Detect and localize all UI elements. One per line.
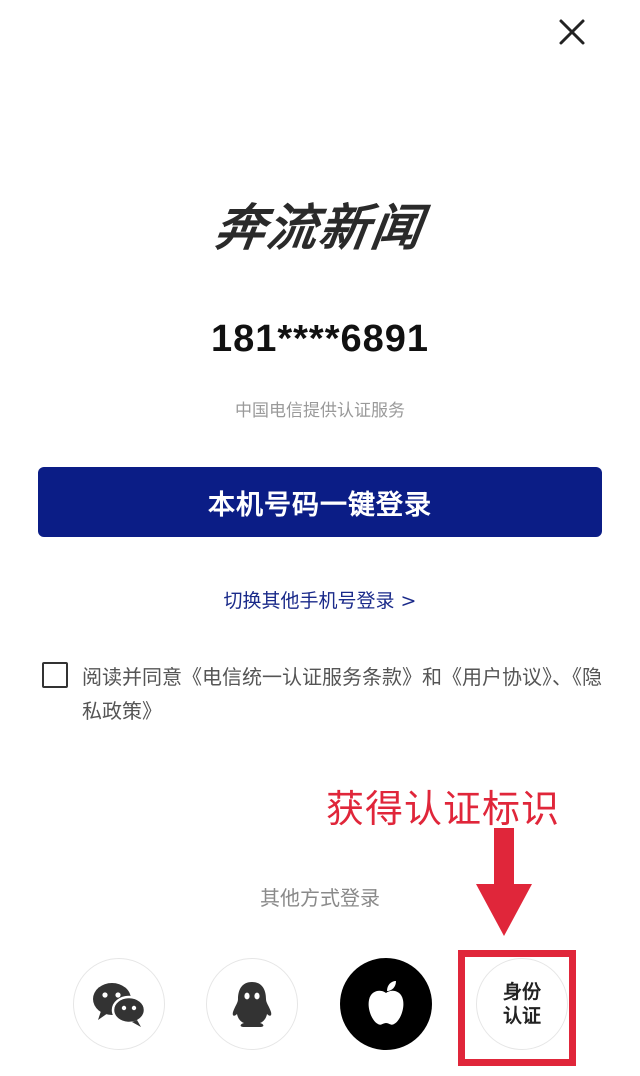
masked-phone-number: 181****6891: [210, 318, 430, 360]
agreement-text: 阅读并同意《电信统一认证服务条款》和《用户协议》、《隐私政策》: [82, 665, 602, 723]
id-auth-icon-line2: 认证: [502, 1005, 541, 1027]
agreement-checkbox[interactable]: [42, 662, 68, 688]
close-button[interactable]: [552, 12, 592, 52]
close-icon: [559, 19, 585, 45]
other-login-title: 其他方式登录: [260, 886, 380, 910]
qq-icon: [232, 982, 272, 1027]
wechat-login-button[interactable]: [73, 958, 165, 1050]
one-click-login-button[interactable]: 本机号码一键登录: [38, 467, 602, 537]
provider-note: 中国电信提供认证服务: [235, 401, 405, 421]
qq-login-button[interactable]: [206, 958, 298, 1050]
switch-phone-link[interactable]: 切换其他手机号登录 >: [0, 586, 640, 613]
id-auth-icon-line1: 身份: [502, 981, 541, 1003]
apple-login-button[interactable]: [340, 958, 432, 1050]
apple-icon: [368, 981, 404, 1025]
annotation-arrow-shaft: [494, 828, 514, 888]
id-auth-login-button[interactable]: 身份 认证: [476, 958, 568, 1050]
wechat-icon: [93, 983, 147, 1027]
annotation-label: 获得认证标识: [326, 787, 561, 831]
app-logo: 奔流新闻: [211, 199, 428, 257]
